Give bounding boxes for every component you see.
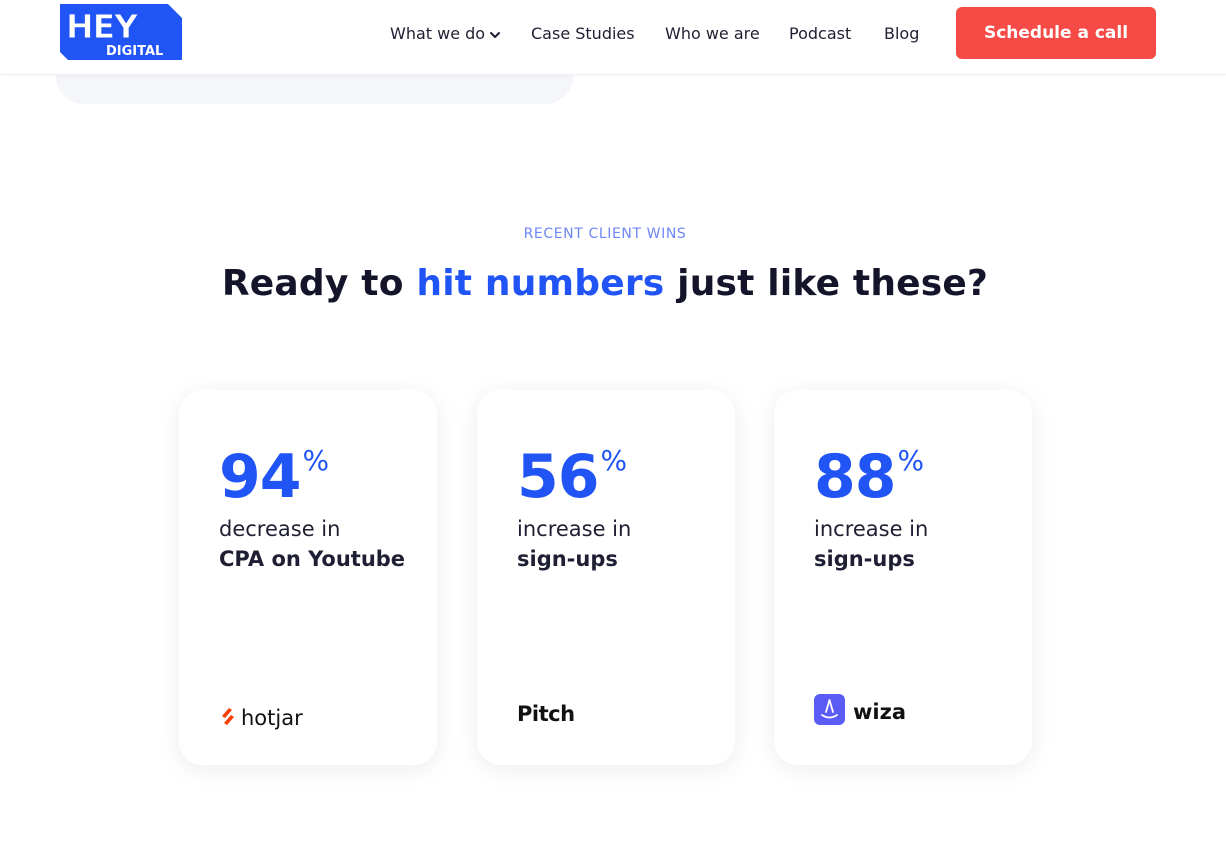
stat-value: 56% [517, 442, 627, 512]
nav-case-studies[interactable]: Case Studies [531, 22, 635, 46]
brand-name: hotjar [241, 706, 303, 730]
headline-before: Ready to [221, 263, 417, 304]
logo-wordmark-bottom: DIGITAL [106, 44, 163, 59]
wiza-brand: wiza [814, 694, 906, 729]
stat-value: 88% [814, 442, 924, 512]
stat-description: decrease in [219, 517, 341, 541]
section-eyebrow: RECENT CLIENT WINS [523, 226, 687, 242]
stat-description: increase in [814, 517, 929, 541]
site-header: HEY DIGITAL What we do Case Studies Who … [0, 0, 1226, 75]
pitch-brand: Pitch [517, 702, 575, 726]
nav-blog[interactable]: Blog [884, 22, 919, 46]
nav-podcast[interactable]: Podcast [789, 22, 851, 46]
pitch-logo: Pitch [517, 702, 575, 726]
stat-value: 94% [219, 442, 329, 512]
logo-wordmark-top: HEY [66, 7, 139, 46]
stat-card-wiza: 88% increase in sign-ups wiza [774, 390, 1032, 765]
headline-highlight: hit numbers [416, 263, 665, 304]
wiza-logo-icon [814, 694, 845, 729]
stat-number: 56 [517, 442, 599, 512]
section-headline: Ready to hit numbers just like these? [0, 263, 1210, 304]
schedule-call-button[interactable]: Schedule a call [956, 7, 1156, 59]
stat-metric: CPA on Youtube [219, 547, 406, 571]
headline-after: just like these? [664, 263, 989, 304]
stat-card-pitch: 56% increase in sign-ups Pitch [477, 390, 735, 765]
stat-metric: sign-ups [814, 547, 915, 571]
stat-metric: sign-ups [517, 547, 618, 571]
stat-description: increase in [517, 517, 632, 541]
hotjar-brand: hotjar [219, 706, 303, 730]
hey-digital-logo[interactable]: HEY DIGITAL [60, 4, 183, 61]
stat-number: 88 [814, 442, 896, 512]
hotjar-logo-icon [219, 706, 237, 730]
brand-name: wiza [853, 699, 906, 724]
stat-unit: % [897, 444, 925, 477]
nav-what-we-do[interactable]: What we do [390, 22, 501, 46]
stat-number: 94 [219, 442, 301, 512]
nav-what-we-do-label: What we do [390, 24, 486, 43]
stat-card-hotjar: 94% decrease in CPA on Youtube hotjar [179, 390, 437, 765]
stat-unit: % [600, 444, 628, 477]
stat-unit: % [302, 444, 330, 477]
page: HEY DIGITAL What we do Case Studies Who … [0, 0, 1226, 863]
chevron-down-icon [489, 23, 501, 47]
nav-who-we-are[interactable]: Who we are [665, 22, 760, 46]
